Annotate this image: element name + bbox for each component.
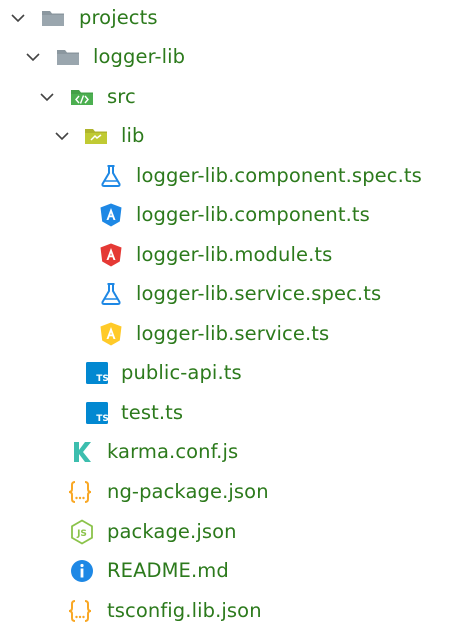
json-icon [67, 479, 93, 505]
tree-item-projects[interactable]: projects [0, 0, 455, 40]
chevron-down-icon[interactable] [37, 87, 57, 107]
folder-src-icon [69, 84, 95, 110]
typescript-icon: TS [84, 360, 110, 386]
angular-service-icon [98, 321, 124, 347]
tree-item-label: logger-lib.service.ts [136, 322, 330, 345]
tree-item-package[interactable]: JS package.json [0, 514, 455, 554]
tree-item-service[interactable]: logger-lib.service.ts [0, 316, 455, 356]
tree-item-label: src [107, 85, 136, 108]
chevron-down-icon[interactable] [52, 126, 72, 146]
tree-item-src[interactable]: src [0, 79, 455, 119]
angular-module-icon [98, 242, 124, 268]
folder-icon [40, 5, 66, 31]
svg-text:TS: TS [96, 374, 109, 384]
tree-item-label: logger-lib.service.spec.ts [136, 282, 382, 305]
tree-item-label: logger-lib.module.ts [136, 243, 333, 266]
chevron-down-icon[interactable] [8, 8, 28, 28]
test-flask-icon [98, 163, 124, 189]
svg-text:JS: JS [76, 529, 87, 539]
karma-icon [69, 439, 95, 465]
tree-item-label: package.json [107, 520, 237, 543]
tree-item-label: README.md [107, 559, 229, 582]
folder-lib-icon [83, 123, 109, 149]
tree-item-label: projects [79, 6, 158, 29]
tree-item-component[interactable]: logger-lib.component.ts [0, 197, 455, 237]
file-explorer-tree: projects logger-lib src lib logger-lib.c… [0, 0, 455, 625]
chevron-down-icon[interactable] [23, 47, 43, 67]
nodejs-icon: JS [69, 519, 95, 545]
tree-item-label: karma.conf.js [107, 440, 239, 463]
json-icon [67, 598, 93, 624]
info-icon [69, 558, 95, 584]
test-flask-icon [98, 281, 124, 307]
tree-item-label: tsconfig.lib.json [107, 599, 262, 622]
tree-item-karma-conf[interactable]: karma.conf.js [0, 434, 455, 474]
tree-item-tsconfig-lib[interactable]: tsconfig.lib.json [0, 593, 455, 633]
tree-item-service-spec[interactable]: logger-lib.service.spec.ts [0, 276, 455, 316]
tree-item-module[interactable]: logger-lib.module.ts [0, 237, 455, 277]
tree-item-lib[interactable]: lib [0, 118, 455, 158]
tree-item-test[interactable]: TS test.ts [0, 395, 455, 435]
tree-item-label: test.ts [121, 401, 184, 424]
folder-icon [55, 44, 81, 70]
tree-item-label: ng-package.json [107, 480, 269, 503]
angular-component-icon [98, 202, 124, 228]
typescript-icon: TS [84, 400, 110, 426]
svg-text:TS: TS [96, 414, 109, 424]
tree-item-ng-package[interactable]: ng-package.json [0, 474, 455, 514]
tree-item-label: lib [121, 124, 145, 147]
tree-item-readme[interactable]: README.md [0, 553, 455, 593]
tree-item-public-api[interactable]: TS public-api.ts [0, 355, 455, 395]
tree-item-label: logger-lib [93, 45, 186, 68]
tree-item-label: logger-lib.component.spec.ts [136, 164, 422, 187]
tree-item-label: logger-lib.component.ts [136, 203, 370, 226]
tree-item-label: public-api.ts [121, 361, 242, 384]
tree-item-logger-lib[interactable]: logger-lib [0, 39, 455, 79]
tree-item-component-spec[interactable]: logger-lib.component.spec.ts [0, 158, 455, 198]
